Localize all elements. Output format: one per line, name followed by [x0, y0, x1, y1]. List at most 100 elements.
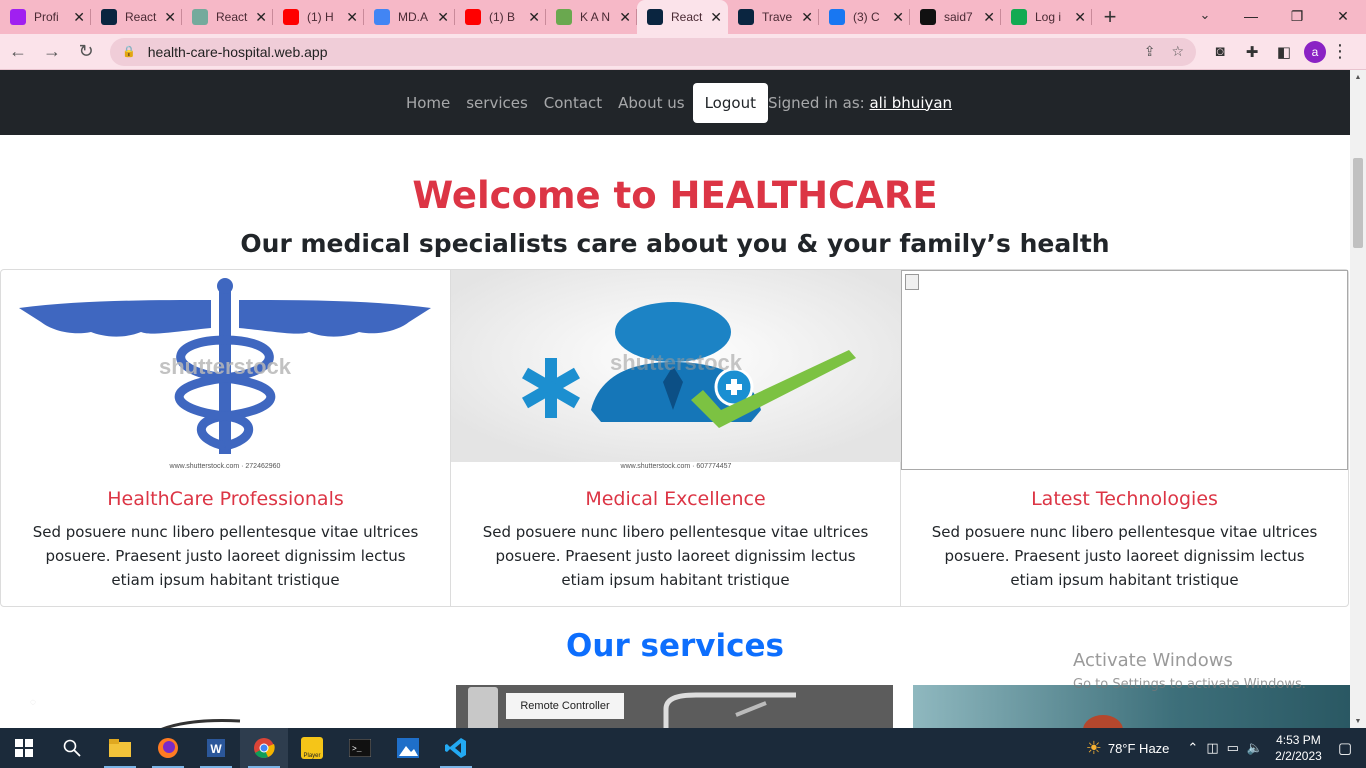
svg-text:>_: >_ — [352, 745, 362, 754]
chevron-up-icon[interactable]: ⌃ — [1187, 740, 1198, 756]
close-tab-icon[interactable]: ✕ — [983, 9, 995, 26]
meet-now-icon[interactable]: ◫ — [1206, 740, 1218, 756]
feature-cards: shutterstock www.shutterstock.com · 2724… — [0, 269, 1349, 607]
side-panel-icon[interactable]: ◧ — [1268, 38, 1300, 66]
close-tab-icon[interactable]: ✕ — [437, 9, 449, 26]
youtube-icon — [465, 9, 481, 25]
new-tab-button[interactable]: + — [1092, 0, 1128, 34]
browser-tab[interactable]: said7 ✕ — [910, 0, 1001, 34]
close-tab-icon[interactable]: ✕ — [255, 9, 267, 26]
close-tab-icon[interactable]: ✕ — [73, 9, 85, 26]
profile-avatar[interactable]: a — [1304, 40, 1326, 63]
openai-icon — [192, 9, 208, 25]
browser-tab[interactable]: MD.A ✕ — [364, 0, 455, 34]
reload-icon[interactable]: ↻ — [70, 36, 102, 68]
word-icon[interactable]: W — [192, 728, 240, 768]
nav-home-link[interactable]: Home — [406, 94, 450, 112]
system-tray: ☀ 78°F Haze ⌃ ◫ ▭ 🔈 4:53 PM 2/2/2023 ▢ — [1086, 728, 1366, 768]
close-tab-icon[interactable]: ✕ — [619, 9, 631, 26]
close-tab-icon[interactable]: ✕ — [801, 9, 813, 26]
activate-windows-watermark: Activate Windows Go to Settings to activ… — [1073, 650, 1306, 692]
windows-start-icon[interactable] — [0, 728, 48, 768]
shutterstock-watermark: shutterstock — [610, 350, 743, 375]
close-tab-icon[interactable]: ✕ — [528, 9, 540, 26]
hero-subtitle: Our medical specialists care about you &… — [240, 229, 1110, 258]
feature-title: HealthCare Professionals — [107, 488, 344, 510]
facebook-icon — [829, 9, 845, 25]
network-icon[interactable]: ▭ — [1227, 740, 1239, 756]
close-tab-icon[interactable]: ✕ — [892, 9, 904, 26]
browser-tab-title: React — [125, 10, 157, 24]
page-scrollbar[interactable]: ▲ ▼ — [1350, 70, 1366, 728]
scroll-up-arrow-icon[interactable]: ▲ — [1350, 70, 1366, 84]
terminal-icon[interactable]: >_ — [336, 728, 384, 768]
scrollbar-thumb[interactable] — [1353, 158, 1363, 248]
firefox-icon[interactable] — [144, 728, 192, 768]
notifications-icon[interactable]: ▢ — [1338, 739, 1352, 757]
browser-tab[interactable]: React ✕ — [182, 0, 273, 34]
service-image-1: ◌ — [0, 685, 440, 728]
feature-title: Medical Excellence — [585, 488, 766, 510]
remote-controller-label: Remote Controller — [506, 693, 624, 719]
close-tab-icon[interactable]: ✕ — [164, 9, 176, 26]
close-window-icon[interactable]: ✕ — [1320, 0, 1366, 32]
nav-about-link[interactable]: About us — [618, 94, 684, 112]
browser-tab[interactable]: React ✕ — [91, 0, 182, 34]
youtube-icon — [283, 9, 299, 25]
bookmark-star-icon[interactable]: ☆ — [1171, 43, 1184, 60]
player-app-label: Player — [301, 737, 323, 759]
browser-tab-title: Trave — [762, 10, 793, 24]
svg-text:W: W — [210, 742, 222, 756]
browser-tab-title: MD.A — [398, 10, 428, 24]
file-explorer-icon[interactable] — [96, 728, 144, 768]
react-icon — [101, 9, 117, 25]
caduceus-image: shutterstock www.shutterstock.com · 2724… — [1, 270, 450, 470]
vscode-icon[interactable] — [432, 728, 480, 768]
search-icon[interactable] — [48, 728, 96, 768]
nav-services-link[interactable]: services — [466, 94, 528, 112]
browser-tab-title: React — [671, 10, 703, 24]
camera-icon[interactable]: ◙ — [1204, 38, 1236, 66]
chrome-icon[interactable] — [240, 728, 288, 768]
haze-sun-icon: ☀ — [1085, 737, 1102, 758]
browser-tab[interactable]: (3) C ✕ — [819, 0, 910, 34]
clock[interactable]: 4:53 PM 2/2/2023 — [1275, 732, 1322, 764]
browser-tab[interactable]: (1) H ✕ — [273, 0, 364, 34]
image-caption: www.shutterstock.com · 607774457 — [620, 463, 732, 470]
scroll-down-arrow-icon[interactable]: ▼ — [1350, 714, 1366, 728]
activate-windows-subtitle: Go to Settings to activate Windows. — [1073, 677, 1306, 692]
window-controls: — ❐ ✕ — [1228, 0, 1366, 34]
address-bar[interactable]: 🔒 health-care-hospital.web.app ⇪ ☆ — [110, 37, 1196, 66]
signed-in-label: Signed in as: — [767, 93, 865, 112]
share-icon[interactable]: ⇪ — [1144, 43, 1156, 60]
browser-tab[interactable]: Profi ✕ — [0, 0, 91, 34]
browser-tab-strip: Profi ✕ React ✕ React ✕ (1) H ✕ MD.A ✕ (1) B ✕ K A N… — [0, 0, 1366, 34]
tab-search-chevron-icon[interactable]: ⌄ — [1192, 4, 1218, 26]
forward-icon[interactable]: → — [36, 36, 68, 68]
close-tab-icon[interactable]: ✕ — [710, 9, 722, 26]
extensions-puzzle-icon[interactable]: ✚ — [1236, 38, 1268, 66]
volume-icon[interactable]: 🔈 — [1247, 740, 1263, 756]
browser-tab[interactable]: K A N ✕ — [546, 0, 637, 34]
browser-tab-title: K A N — [580, 10, 611, 24]
restore-icon[interactable]: ❐ — [1274, 0, 1320, 32]
photos-icon[interactable] — [384, 728, 432, 768]
browser-tab[interactable]: (1) B ✕ — [455, 0, 546, 34]
browser-tab[interactable]: React ✕ — [637, 0, 728, 34]
nav-contact-link[interactable]: Contact — [544, 94, 602, 112]
menu-kebab-icon[interactable]: ⋮ — [1326, 38, 1354, 66]
signed-in-user-link[interactable]: ali bhuiyan — [869, 94, 952, 112]
browser-tab[interactable]: Log i ✕ — [1001, 0, 1092, 34]
browser-toolbar: ← → ↻ 🔒 health-care-hospital.web.app ⇪ ☆… — [0, 34, 1366, 70]
browser-tab[interactable]: Trave ✕ — [728, 0, 819, 34]
weather-widget[interactable]: ☀ 78°F Haze — [1086, 738, 1170, 759]
close-tab-icon[interactable]: ✕ — [346, 9, 358, 26]
back-icon[interactable]: ← — [2, 36, 34, 68]
lock-icon[interactable]: 🔒 — [122, 45, 136, 58]
player-app-icon[interactable]: Player — [288, 728, 336, 768]
minimize-icon[interactable]: — — [1228, 0, 1274, 32]
logout-button[interactable]: Logout — [692, 82, 768, 123]
close-tab-icon[interactable]: ✕ — [1074, 9, 1086, 26]
docs-icon — [374, 9, 390, 25]
browser-tab-title: (3) C — [853, 10, 880, 24]
